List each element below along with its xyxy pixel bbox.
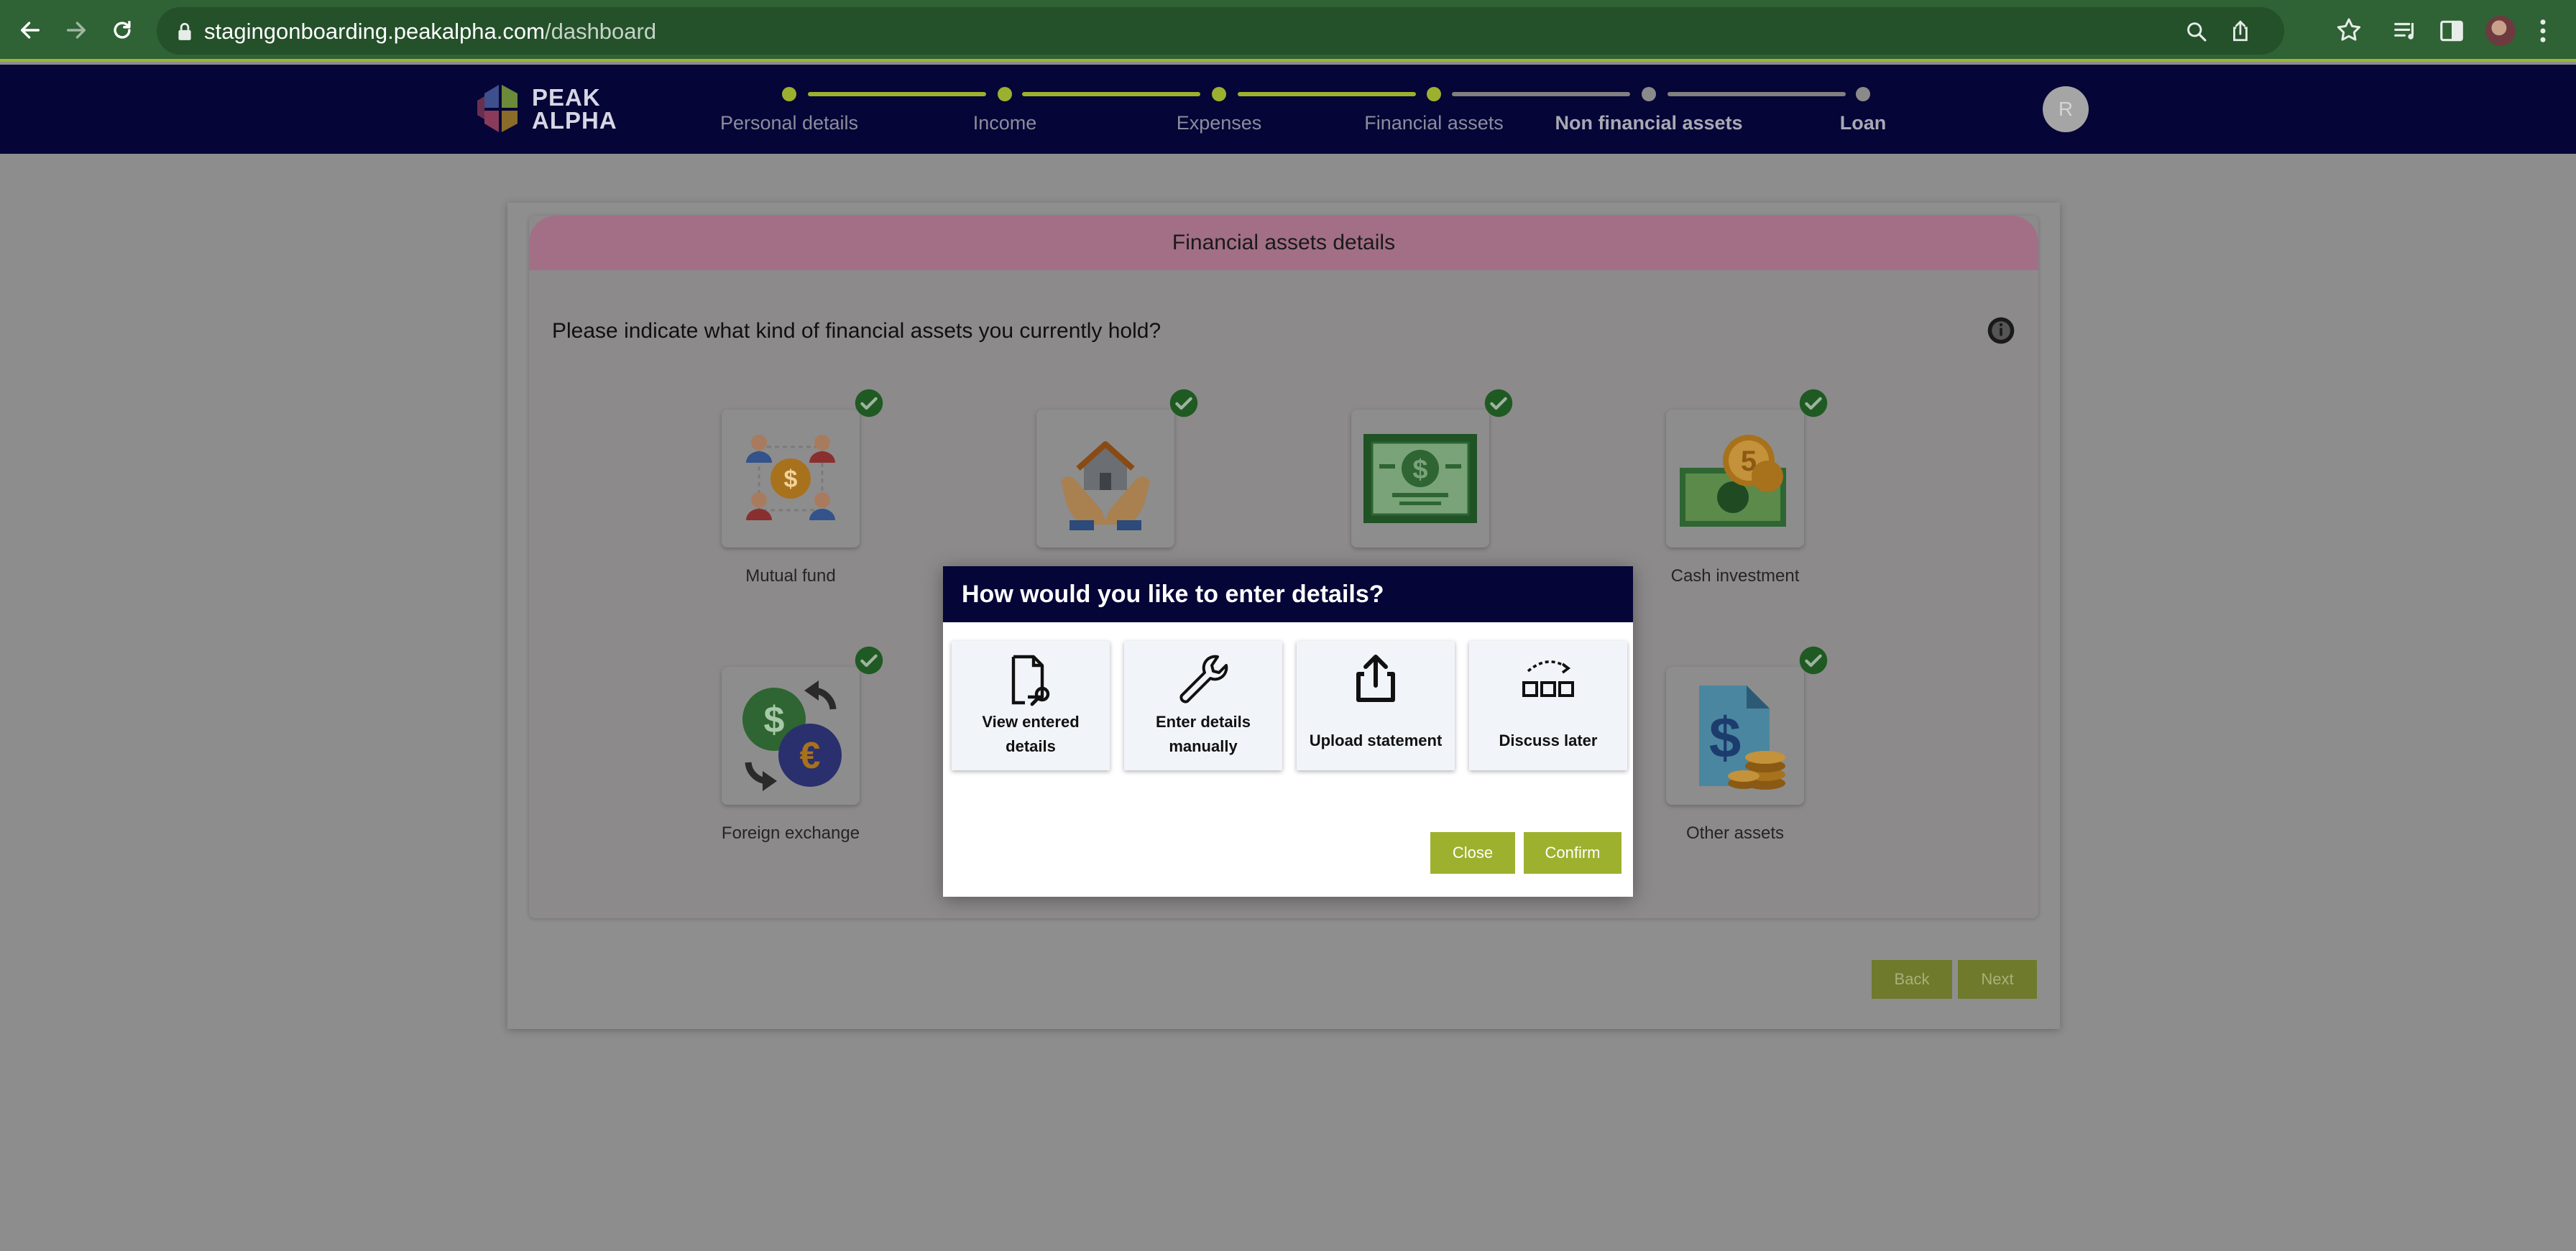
assets-question: Please indicate what kind of financial a… xyxy=(552,319,1162,343)
option-label-line-1: Enter details xyxy=(1155,713,1251,731)
kebab-menu-icon[interactable] xyxy=(2530,16,2556,46)
option-label-line-2: details xyxy=(1006,737,1056,755)
cash-investment-icon: 5 xyxy=(1680,435,1786,527)
reading-list-icon[interactable] xyxy=(2392,17,2419,45)
banknote-icon: $ xyxy=(1363,434,1477,523)
url-host: stagingonboarding.peakalpha.com xyxy=(204,19,545,44)
option-discuss-later[interactable]: Discuss later xyxy=(1469,641,1627,770)
asset-tile[interactable]: $ € xyxy=(722,667,860,805)
browser-toolbar: stagingonboarding.peakalpha.com/dashboar… xyxy=(0,0,2576,62)
lock-icon xyxy=(178,22,191,40)
svg-text:$: $ xyxy=(784,466,798,493)
asset-tile[interactable]: 5 xyxy=(1666,410,1804,548)
asset-tile[interactable]: $ xyxy=(722,410,860,548)
section-title: Financial assets details xyxy=(529,216,2038,270)
step-dot[interactable] xyxy=(1427,87,1441,101)
dialog-title: How would you like to enter details? xyxy=(943,566,1633,622)
step-label-financial-assets[interactable]: Financial assets xyxy=(1364,112,1504,134)
check-circle-icon xyxy=(855,646,883,675)
step-label-expenses[interactable]: Expenses xyxy=(1177,112,1262,134)
check-circle-icon xyxy=(855,389,883,417)
step-connector xyxy=(1668,92,1846,96)
upload-icon xyxy=(1356,655,1395,702)
step-dot[interactable] xyxy=(1212,87,1226,101)
defer-icon xyxy=(1522,660,1574,697)
side-panel-icon[interactable] xyxy=(2438,17,2465,45)
step-label-loan[interactable]: Loan xyxy=(1840,112,1887,134)
step-dot[interactable] xyxy=(1642,87,1656,101)
progress-stepper: Personal details Income Expenses Financi… xyxy=(0,65,2576,154)
app-header: PEAK ALPHA Personal details Income Expens… xyxy=(0,65,2576,154)
document-search-icon xyxy=(1011,655,1050,706)
svg-text:€: € xyxy=(800,735,821,777)
option-label-line-1: Upload statement xyxy=(1309,731,1443,749)
option-label-line-2: manually xyxy=(1169,737,1238,755)
browser-profile-avatar[interactable] xyxy=(2485,16,2516,46)
reload-icon xyxy=(114,20,131,39)
forward-nav-button[interactable] xyxy=(59,13,93,47)
mutual-fund-icon: $ xyxy=(746,435,835,520)
step-dot[interactable] xyxy=(782,87,796,101)
zoom-icon[interactable] xyxy=(2185,20,2208,43)
back-button[interactable]: Back xyxy=(1872,960,1952,999)
confirm-button[interactable]: Confirm xyxy=(1524,832,1622,874)
asset-tile[interactable] xyxy=(1036,410,1174,548)
step-connector xyxy=(1452,92,1630,96)
step-label-income[interactable]: Income xyxy=(973,112,1037,134)
next-button[interactable]: Next xyxy=(1958,960,2037,999)
arrow-right-icon xyxy=(66,22,86,39)
url-path: /dashboard xyxy=(544,19,657,44)
user-avatar[interactable]: R xyxy=(2043,86,2089,132)
check-circle-icon xyxy=(1484,389,1513,417)
asset-label: Other assets xyxy=(1685,823,1785,843)
svg-text:$: $ xyxy=(1412,455,1427,485)
asset-label: Cash investment xyxy=(1670,566,1800,586)
bookmark-star-icon[interactable] xyxy=(2334,16,2363,45)
option-label-line-1: View entered xyxy=(982,713,1080,731)
option-upload-statement[interactable]: Upload statement xyxy=(1297,641,1455,770)
asset-tile[interactable]: $ xyxy=(1666,667,1804,805)
option-view-entered-details[interactable]: View entered details xyxy=(952,641,1110,770)
foreign-exchange-icon: $ € xyxy=(742,680,842,791)
step-dot[interactable] xyxy=(998,87,1012,101)
asset-tile[interactable]: $ xyxy=(1351,410,1489,548)
entry-method-dialog: How would you like to enter details? Vie… xyxy=(943,566,1633,897)
back-nav-button[interactable] xyxy=(13,13,47,47)
check-circle-icon xyxy=(1799,646,1828,675)
asset-label: Mutual fund xyxy=(745,566,836,586)
step-connector xyxy=(1238,92,1416,96)
option-label-line-1: Discuss later xyxy=(1499,731,1598,749)
other-assets-icon: $ xyxy=(1699,685,1785,790)
share-icon[interactable] xyxy=(2228,19,2253,43)
check-circle-icon xyxy=(1169,389,1198,417)
step-dot[interactable] xyxy=(1856,87,1870,101)
option-enter-details-manually[interactable]: Enter details manually xyxy=(1124,641,1282,770)
real-estate-icon xyxy=(1061,441,1150,530)
check-circle-icon xyxy=(1799,389,1828,417)
info-icon[interactable] xyxy=(1985,315,2017,346)
step-connector xyxy=(1022,92,1200,96)
asset-label: Foreign exchange xyxy=(721,823,860,843)
svg-text:$: $ xyxy=(1709,706,1742,770)
step-connector xyxy=(808,92,986,96)
wrench-icon xyxy=(1179,655,1228,703)
address-bar[interactable]: stagingonboarding.peakalpha.com/dashboar… xyxy=(157,7,2284,55)
reload-button[interactable] xyxy=(105,13,139,47)
arrow-left-icon xyxy=(20,22,40,39)
svg-text:$: $ xyxy=(764,699,785,741)
step-label-personal-details[interactable]: Personal details xyxy=(720,112,858,134)
close-button[interactable]: Close xyxy=(1430,832,1515,874)
url-text: stagingonboarding.peakalpha.com/dashboar… xyxy=(204,19,656,45)
step-label-non-financial-assets[interactable]: Non financial assets xyxy=(1555,112,1742,134)
